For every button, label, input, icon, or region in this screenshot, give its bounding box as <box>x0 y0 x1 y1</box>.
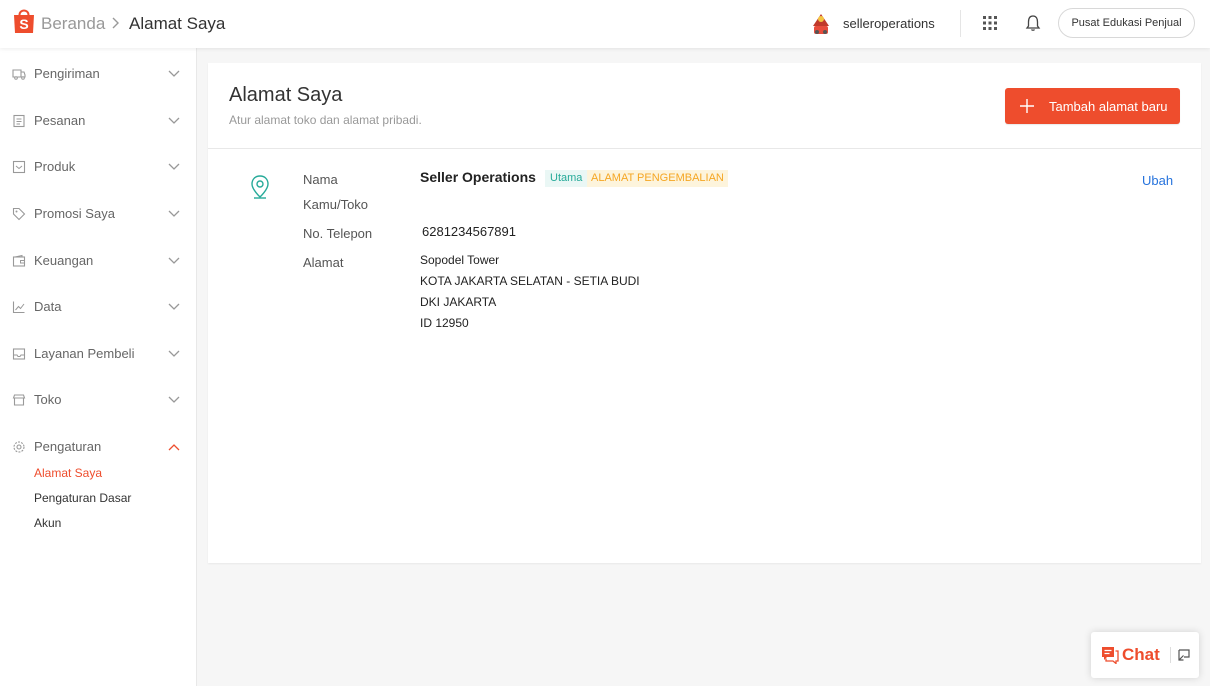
sidebar-item-keuangan[interactable]: Keuangan <box>0 250 197 274</box>
chat-label: Chat <box>1122 645 1160 664</box>
address-line: KOTA JAKARTA SELATAN - SETIA BUDI <box>420 274 640 288</box>
breadcrumb-home[interactable]: Beranda <box>41 14 105 34</box>
plus-icon <box>1020 99 1034 113</box>
sidebar-item-pesanan[interactable]: Pesanan <box>0 110 197 134</box>
chevron-down-icon <box>168 117 180 124</box>
sidebar-item-promosi-saya[interactable]: Promosi Saya <box>0 203 197 227</box>
sidebar-item-label: Pengiriman <box>34 66 100 81</box>
sidebar-subitem-alamat-saya[interactable]: Alamat Saya <box>34 466 102 480</box>
breadcrumb-current: Alamat Saya <box>129 14 226 33</box>
apps-grid-icon[interactable] <box>982 15 998 31</box>
address-line: ID 12950 <box>420 316 469 330</box>
add-address-label: Tambah alamat baru <box>1049 99 1168 114</box>
chat-bubble-icon <box>1102 647 1119 664</box>
phone-label: No. Telepon <box>303 226 373 241</box>
location-pin-icon <box>251 175 269 199</box>
chevron-right-icon <box>112 17 119 29</box>
return-address-badge: ALAMAT PENGEMBALIAN <box>587 170 728 187</box>
svg-text:S: S <box>19 16 28 32</box>
sidebar-item-label: Pesanan <box>34 113 86 128</box>
primary-badge: Utama <box>545 170 588 187</box>
phone-value: 6281234567891 <box>422 224 516 239</box>
avatar[interactable] <box>809 12 833 36</box>
chat-widget[interactable]: Chat <box>1091 632 1199 678</box>
page-subtitle: Atur alamat toko dan alamat pribadi. <box>229 113 422 127</box>
chevron-up-icon <box>168 444 180 451</box>
sidebar-item-toko[interactable]: Toko <box>0 389 197 413</box>
address-line: Sopodel Tower <box>420 253 500 267</box>
sidebar-item-pengiriman[interactable]: Pengiriman <box>0 63 197 87</box>
chat-divider <box>1170 647 1171 663</box>
sidebar-item-label: Pengaturan <box>34 439 102 454</box>
expand-icon[interactable] <box>1177 648 1191 662</box>
chevron-down-icon <box>168 350 180 357</box>
name-label-2: Kamu/Toko <box>303 197 369 212</box>
bell-icon[interactable] <box>1024 14 1042 32</box>
sidebar-item-label: Data <box>34 299 62 314</box>
name-label: Nama <box>303 172 338 187</box>
page-title: Alamat Saya <box>229 84 343 106</box>
chevron-down-icon <box>168 210 180 217</box>
address-label: Alamat <box>303 255 344 270</box>
sidebar-item-layanan-pembeli[interactable]: Layanan Pembeli <box>0 343 197 367</box>
inbox-icon <box>12 348 26 360</box>
sidebar-subitem-pengaturan-dasar[interactable]: Pengaturan Dasar <box>34 491 131 505</box>
sidebar: Pengiriman Pesanan Produk Promosi Saya K… <box>0 48 197 686</box>
seller-education-button[interactable]: Pusat Edukasi Penjual <box>1058 8 1195 38</box>
sidebar-subitem-akun[interactable]: Akun <box>34 516 61 530</box>
header-divider <box>960 10 961 37</box>
edit-address-link[interactable]: Ubah <box>1142 173 1173 188</box>
shopee-logo-icon[interactable]: S <box>12 8 36 34</box>
gear-icon <box>13 441 25 453</box>
chevron-down-icon <box>168 396 180 403</box>
sidebar-item-label: Layanan Pembeli <box>34 346 135 361</box>
top-header: S Beranda Alamat Saya selleroperations P… <box>0 0 1210 48</box>
wallet-icon <box>12 254 26 267</box>
address-card: Alamat Saya Atur alamat toko dan alamat … <box>208 63 1201 563</box>
address-line: DKI JAKARTA <box>420 295 497 309</box>
add-address-button[interactable]: Tambah alamat baru <box>1005 88 1180 124</box>
sidebar-item-produk[interactable]: Produk <box>0 156 197 180</box>
divider <box>208 148 1201 149</box>
clipboard-icon <box>13 114 25 128</box>
sidebar-item-data[interactable]: Data <box>0 296 197 320</box>
tag-icon <box>12 207 26 221</box>
store-icon <box>12 394 26 406</box>
sidebar-item-pengaturan[interactable]: Pengaturan <box>0 436 197 460</box>
sidebar-item-label: Toko <box>34 392 62 407</box>
chevron-down-icon <box>168 303 180 310</box>
chevron-down-icon <box>168 70 180 77</box>
chevron-down-icon <box>168 257 180 264</box>
sidebar-item-label: Promosi Saya <box>34 206 115 221</box>
box-icon <box>12 160 26 174</box>
store-name: Seller Operations <box>420 169 536 185</box>
chevron-down-icon <box>168 163 180 170</box>
username[interactable]: selleroperations <box>843 16 935 31</box>
sidebar-item-label: Produk <box>34 159 76 174</box>
sidebar-item-label: Keuangan <box>34 253 94 268</box>
truck-icon <box>12 69 26 80</box>
chart-icon <box>12 301 25 314</box>
